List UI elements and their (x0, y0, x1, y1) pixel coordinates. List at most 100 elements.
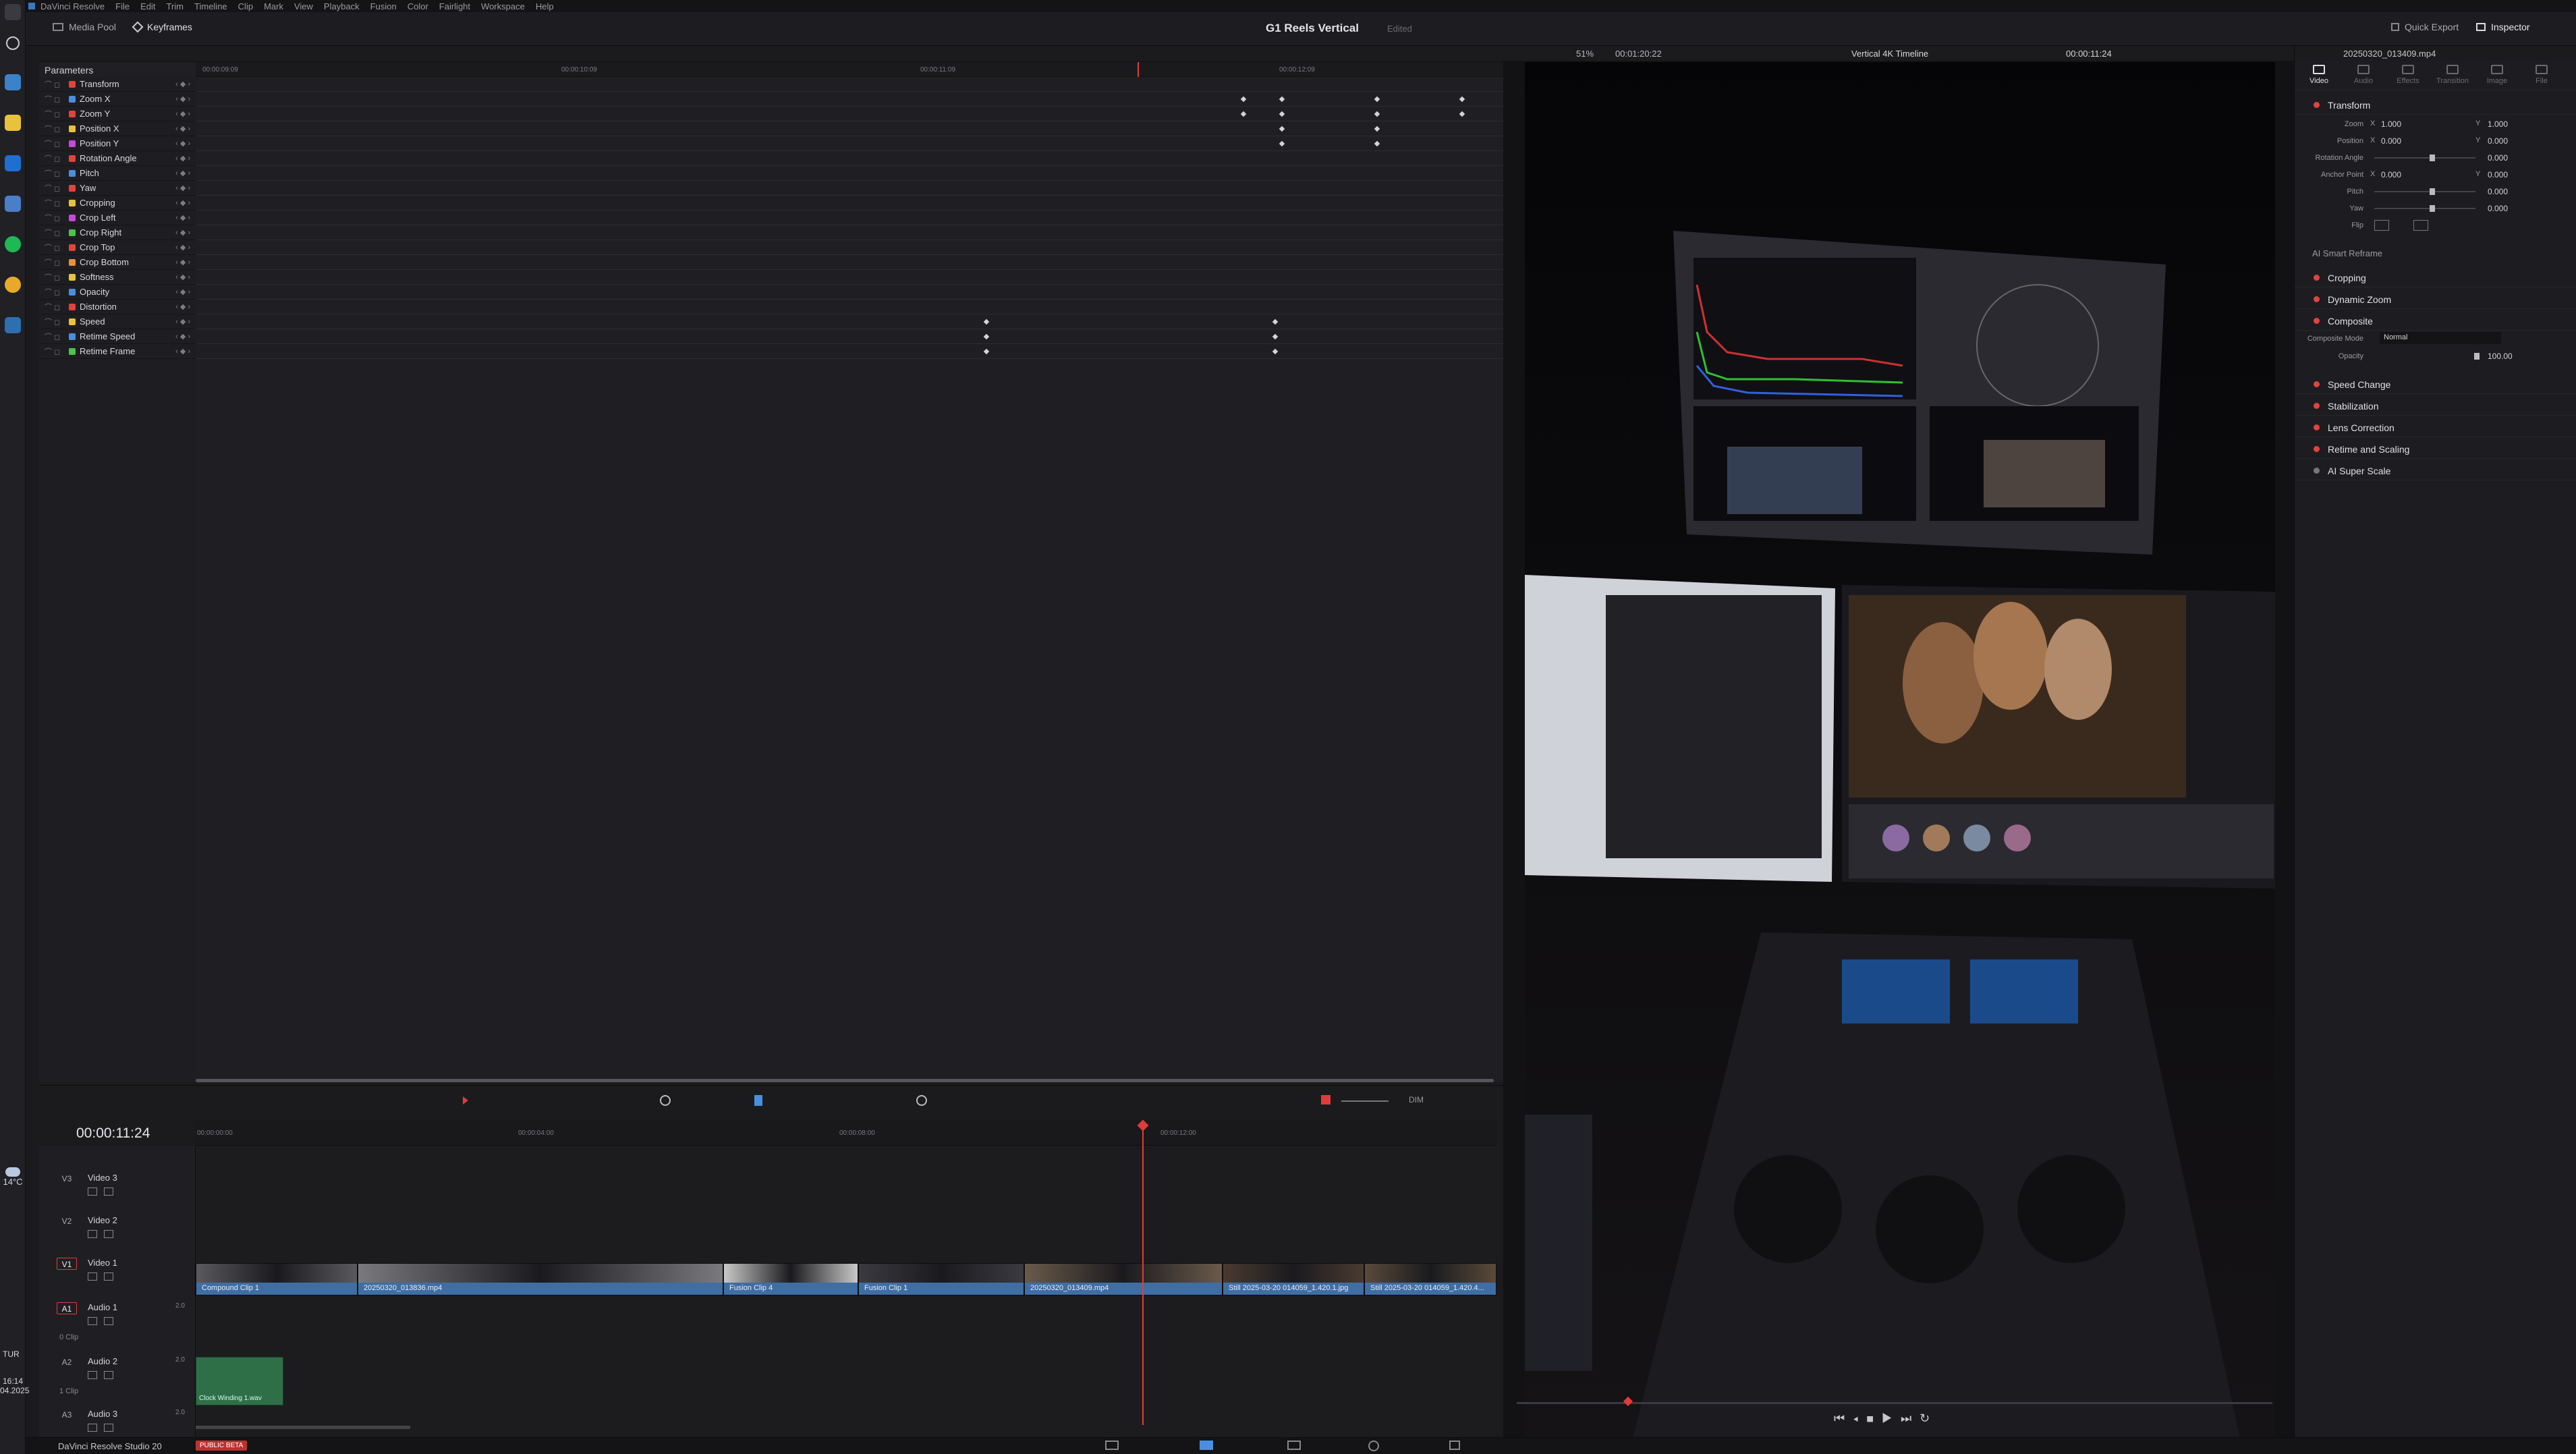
lock-icon[interactable] (88, 1230, 97, 1238)
flip-horizontal-icon[interactable] (2374, 220, 2389, 231)
inspector-value[interactable]: 0.000 (2488, 187, 2508, 196)
mute-icon[interactable] (1321, 1095, 1331, 1105)
calculator-icon[interactable] (5, 196, 21, 212)
keyframe-marker[interactable] (1459, 111, 1465, 117)
inspector-param-row[interactable]: Position X 0.000 Y 0.000 (2295, 133, 2576, 149)
curve-icon[interactable]: ⌒ ◻ (45, 227, 60, 238)
volume-slider[interactable] (1341, 1100, 1389, 1102)
quick-export-button[interactable]: Quick Export (2391, 22, 2459, 32)
section-speed-change[interactable]: Speed Change (2295, 375, 2576, 394)
inspector-value[interactable]: 0.000 (2488, 153, 2508, 163)
track-toggle-icon[interactable] (104, 1230, 113, 1238)
inspector-param-row[interactable]: Yaw 0.000 (2295, 200, 2576, 217)
param-row[interactable]: ⌒ ◻ Transform ‹ ◆ › (39, 77, 196, 92)
keyframe-marker[interactable] (1240, 111, 1247, 117)
keyframe-nav-icon[interactable]: ‹ ◆ › (175, 109, 190, 118)
menu-mark[interactable]: Mark (264, 1, 283, 11)
keyframe-marker[interactable] (1240, 96, 1247, 103)
param-row[interactable]: ⌒ ◻ Speed ‹ ◆ › (39, 314, 196, 329)
video-clip[interactable]: Still 2025-03-20 014059_1.420.4... (1364, 1263, 1496, 1295)
track-id[interactable]: V2 (57, 1215, 77, 1227)
track-toggle-icon[interactable] (104, 1273, 113, 1281)
section-composite[interactable]: Composite (2295, 312, 2576, 331)
menu-file[interactable]: File (115, 1, 130, 11)
param-slider[interactable] (2374, 191, 2475, 192)
inspector-param-row[interactable]: Pitch 0.000 (2295, 184, 2576, 200)
viewer-zoom[interactable]: 51% (1576, 49, 1594, 59)
opacity-row[interactable]: Opacity 100.00 (2295, 348, 2576, 364)
curve-icon[interactable]: ⌒ ◻ (45, 138, 60, 149)
menu-davinci[interactable]: DaVinci Resolve (40, 1, 105, 11)
keyframe-nav-icon[interactable]: ‹ ◆ › (175, 154, 190, 163)
keyframe-nav-icon[interactable]: ‹ ◆ › (175, 94, 190, 103)
keyframe-marker[interactable] (1272, 348, 1279, 355)
timeline-timecode[interactable]: 00:00:11:24 (39, 1120, 196, 1146)
menu-fusion[interactable]: Fusion (370, 1, 397, 11)
keyframe-nav-icon[interactable]: ‹ ◆ › (175, 228, 190, 237)
outlook-icon[interactable] (5, 155, 21, 171)
curve-icon[interactable]: ⌒ ◻ (45, 79, 60, 90)
keyframe-nav-icon[interactable]: ‹ ◆ › (175, 169, 190, 177)
curve-icon[interactable]: ⌒ ◻ (45, 183, 60, 194)
video-clip[interactable]: Fusion Clip 4 (723, 1263, 858, 1295)
param-slider[interactable] (2374, 208, 2475, 209)
keyframe-nav-icon[interactable]: ‹ ◆ › (175, 80, 190, 88)
flag-icon[interactable] (754, 1095, 762, 1106)
tab-file[interactable]: File (2521, 65, 2562, 85)
keyframe-nav-icon[interactable]: ‹ ◆ › (175, 287, 190, 296)
keyframe-marker[interactable] (1374, 111, 1380, 117)
param-row[interactable]: ⌒ ◻ Crop Bottom ‹ ◆ › (39, 255, 196, 270)
param-row[interactable]: ⌒ ◻ Crop Top ‹ ◆ › (39, 240, 196, 255)
track-id[interactable]: V3 (57, 1173, 77, 1185)
param-row[interactable]: ⌒ ◻ Pitch ‹ ◆ › (39, 166, 196, 181)
ai-smart-reframe[interactable]: AI Smart Reframe (2312, 248, 2382, 258)
track-id[interactable]: A3 (57, 1409, 77, 1421)
video-clip[interactable]: 20250320_013836.mp4 (358, 1263, 723, 1295)
param-row[interactable]: ⌒ ◻ Opacity ‹ ◆ › (39, 285, 196, 300)
inspector-param-row[interactable]: Zoom X 1.000 Y 1.000 (2295, 116, 2576, 132)
media-page-icon[interactable] (1105, 1441, 1119, 1450)
track-header-a1[interactable]: A1 Audio 1 2.0 0 Clip (39, 1302, 196, 1343)
curve-icon[interactable]: ⌒ ◻ (45, 331, 60, 342)
inspector-y-value[interactable]: 0.000 (2488, 170, 2508, 179)
param-row[interactable]: ⌒ ◻ Crop Left ‹ ◆ › (39, 211, 196, 225)
track-toggle-icon[interactable] (104, 1371, 113, 1379)
param-row[interactable]: ⌒ ◻ Cropping ‹ ◆ › (39, 196, 196, 211)
audio-clip[interactable]: Clock Winding 1.wav (196, 1357, 283, 1405)
keyframe-marker[interactable] (1459, 96, 1465, 103)
section-enable-icon[interactable] (2314, 403, 2320, 409)
curve-icon[interactable]: ⌒ ◻ (45, 302, 60, 312)
menu-fairlight[interactable]: Fairlight (439, 1, 470, 11)
inspector-param-row[interactable]: Rotation Angle 0.000 (2295, 150, 2576, 166)
keyframe-marker[interactable] (1279, 125, 1285, 132)
menu-help[interactable]: Help (536, 1, 554, 11)
track-toggle-icon[interactable] (104, 1317, 113, 1325)
language-indicator[interactable]: TUR (3, 1349, 20, 1359)
param-row[interactable]: ⌒ ◻ Crop Right ‹ ◆ › (39, 225, 196, 240)
track-header-v3[interactable]: V3 Video 3 (39, 1173, 196, 1213)
keyframe-grid[interactable] (196, 77, 1503, 1082)
param-slider[interactable] (2374, 157, 2475, 159)
keyframe-nav-icon[interactable]: ‹ ◆ › (175, 198, 190, 207)
timeline-scrollbar[interactable] (196, 1426, 410, 1429)
keyframes-button[interactable]: Keyframes (132, 21, 192, 33)
keyframe-marker[interactable] (1279, 140, 1285, 147)
tab-transition[interactable]: Transition (2432, 65, 2473, 85)
menu-edit[interactable]: Edit (140, 1, 155, 11)
keyframe-marker[interactable] (1279, 111, 1285, 117)
menu-trim[interactable]: Trim (167, 1, 184, 11)
param-row[interactable]: ⌒ ◻ Distortion ‹ ◆ › (39, 300, 196, 314)
curve-icon[interactable]: ⌒ ◻ (45, 257, 60, 268)
search-icon[interactable] (6, 36, 20, 50)
inspector-y-value[interactable]: 0.000 (2488, 136, 2508, 146)
section-enable-icon[interactable] (2314, 318, 2320, 324)
param-row[interactable]: ⌒ ◻ Position Y ‹ ◆ › (39, 136, 196, 151)
keyframe-playhead[interactable] (1138, 62, 1139, 77)
keyframe-nav-icon[interactable]: ‹ ◆ › (175, 273, 190, 281)
curve-icon[interactable]: ⌒ ◻ (45, 287, 60, 298)
inspector-param-row[interactable]: Flip (2295, 217, 2576, 233)
composite-mode-select[interactable]: Normal (2380, 332, 2501, 344)
lock-icon[interactable] (88, 1371, 97, 1379)
section-dynamic-zoom[interactable]: Dynamic Zoom (2295, 290, 2576, 309)
menu-color[interactable]: Color (408, 1, 428, 11)
